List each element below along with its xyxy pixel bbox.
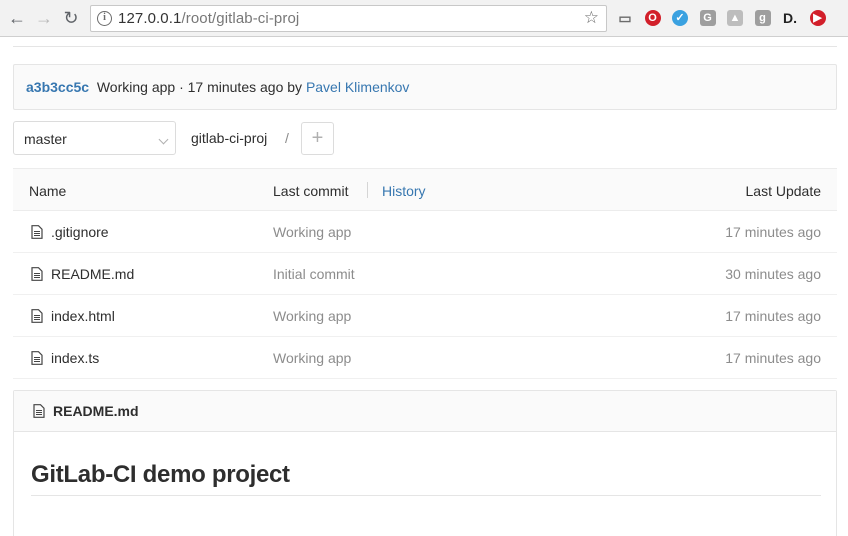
branch-dropdown[interactable]: master — [13, 121, 176, 155]
commit-meta: · 17 minutes ago by — [175, 79, 306, 95]
tree-header: Name Last commit History Last Update — [13, 168, 837, 211]
reload-icon[interactable]: ↻ — [60, 6, 82, 30]
browser-toolbar: ← → ↻ i 127.0.0.1/root/gitlab-ci-proj ☆ … — [0, 0, 848, 37]
commit-message[interactable]: Working app — [97, 79, 175, 95]
info-icon[interactable]: i — [97, 11, 112, 26]
back-icon[interactable]: ← — [6, 6, 28, 30]
puzzle-icon[interactable]: g — [754, 10, 771, 26]
d-icon[interactable]: D. — [782, 10, 798, 26]
divider — [13, 46, 837, 47]
commit-author-link[interactable]: Pavel Klimenkov — [306, 79, 410, 95]
commit-sha-link[interactable]: a3b3cc5c — [26, 79, 89, 95]
table-row[interactable]: index.html Working app 17 minutes ago — [13, 295, 837, 337]
forward-icon[interactable]: → — [33, 6, 55, 30]
file-icon — [31, 225, 43, 239]
file-commit-message[interactable]: Working app — [273, 350, 351, 366]
last-commit-bar: a3b3cc5c Working app · 17 minutes ago by… — [13, 64, 837, 110]
add-file-button[interactable]: + — [301, 122, 334, 155]
column-last-update: Last Update — [745, 183, 822, 199]
file-last-update: 30 minutes ago — [725, 266, 821, 282]
history-link[interactable]: History — [382, 183, 426, 199]
opera-icon[interactable]: O — [644, 10, 661, 26]
file-commit-message[interactable]: Initial commit — [273, 266, 355, 282]
file-icon — [33, 404, 45, 418]
breadcrumb-project[interactable]: gitlab-ci-proj — [191, 130, 267, 146]
file-name-link[interactable]: index.ts — [51, 350, 99, 366]
file-name-link[interactable]: index.html — [51, 308, 115, 324]
heading-rule — [31, 495, 821, 496]
file-last-update: 17 minutes ago — [725, 350, 821, 366]
file-last-update: 17 minutes ago — [725, 308, 821, 324]
file-commit-message[interactable]: Working app — [273, 308, 351, 324]
column-divider — [367, 182, 368, 198]
readme-filename[interactable]: README.md — [53, 403, 139, 419]
file-last-update: 17 minutes ago — [725, 224, 821, 240]
bookmark-star-icon[interactable]: ☆ — [584, 8, 599, 28]
cast-icon[interactable]: ▭ — [617, 10, 633, 26]
branch-label: master — [24, 131, 67, 147]
url-text[interactable]: 127.0.0.1/root/gitlab-ci-proj — [118, 10, 299, 27]
drive-icon[interactable]: ▲ — [727, 10, 743, 26]
file-name-link[interactable]: .gitignore — [51, 224, 109, 240]
breadcrumb-separator: / — [285, 130, 289, 146]
url-path: /root/gitlab-ci-proj — [181, 10, 300, 27]
checkmark-icon[interactable]: ✓ — [672, 10, 688, 26]
address-bar[interactable]: i 127.0.0.1/root/gitlab-ci-proj ☆ — [90, 5, 607, 32]
file-icon — [31, 267, 43, 281]
table-row[interactable]: index.ts Working app 17 minutes ago — [13, 337, 837, 379]
table-row[interactable]: README.md Initial commit 30 minutes ago — [13, 253, 837, 295]
url-host: 127.0.0.1 — [118, 10, 182, 27]
chevron-down-icon — [158, 134, 169, 145]
google-translate-icon[interactable]: G — [699, 10, 716, 26]
column-last-commit: Last commit — [273, 183, 349, 199]
file-icon — [31, 351, 43, 365]
column-name: Name — [29, 183, 67, 199]
table-row[interactable]: .gitignore Working app 17 minutes ago — [13, 211, 837, 253]
readme-panel: README.md GitLab-CI demo project — [13, 390, 837, 536]
readme-heading: GitLab-CI demo project — [31, 461, 290, 488]
readme-header: README.md — [14, 391, 836, 432]
file-name-link[interactable]: README.md — [51, 266, 134, 282]
file-tree: Name Last commit History Last Update .gi… — [13, 168, 837, 379]
file-icon — [31, 309, 43, 323]
record-icon[interactable]: ▶ — [809, 10, 826, 26]
file-commit-message[interactable]: Working app — [273, 224, 351, 240]
